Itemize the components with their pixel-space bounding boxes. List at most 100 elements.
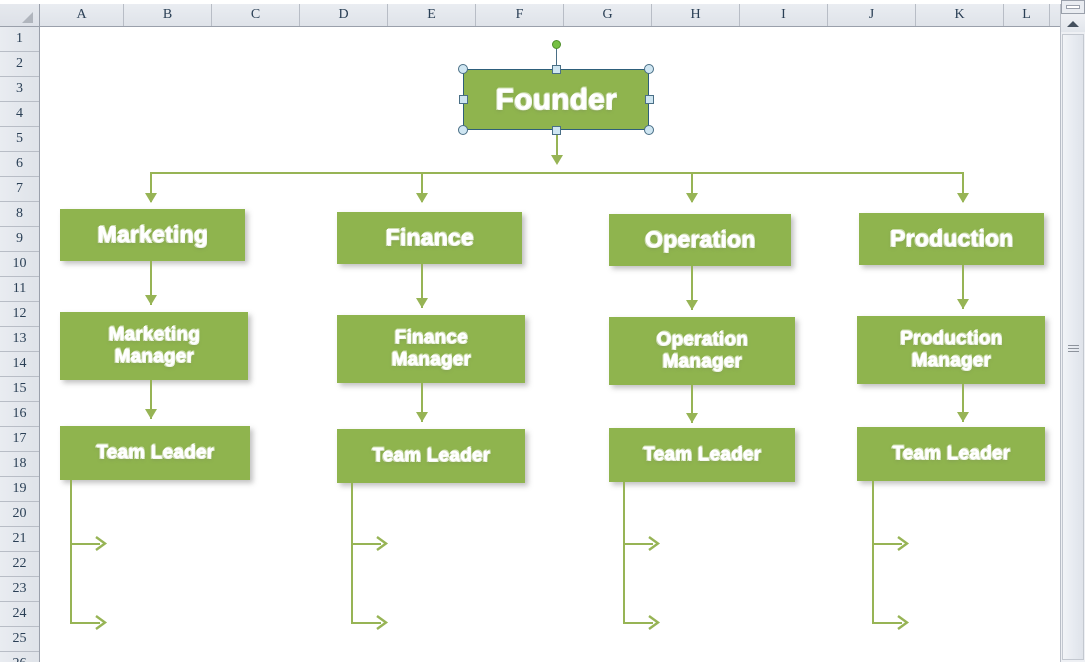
rotation-handle[interactable] [552, 40, 561, 49]
row-header-2[interactable]: 2 [0, 52, 39, 77]
connector-drop-arrow-3-icon [686, 193, 698, 203]
node-root-founder[interactable]: Founder [463, 69, 649, 130]
row-header-22[interactable]: 22 [0, 552, 39, 577]
column-header-j[interactable]: J [828, 4, 916, 26]
node-department-operation[interactable]: Operation [609, 214, 791, 266]
column-header-h[interactable]: H [652, 4, 740, 26]
node-teamlead-marketing[interactable]: Team Leader [60, 426, 250, 480]
resize-handle-bottom-right[interactable] [644, 125, 654, 135]
row-header-7[interactable]: 7 [0, 177, 39, 202]
row-header-12[interactable]: 12 [0, 302, 39, 327]
column-header-k[interactable]: K [916, 4, 1004, 26]
connector-root-arrow-icon [551, 155, 563, 165]
connector-marketing-sub-arrow-2-icon [94, 615, 112, 636]
row-header-6[interactable]: 6 [0, 152, 39, 177]
node-label-line2: Manager [911, 350, 991, 371]
connector-operation-manager-arrow-icon [686, 300, 698, 310]
connector-finance-sub-arrow-2-icon [375, 615, 393, 636]
resize-handle-bottom-center[interactable] [552, 126, 561, 135]
connector-finance-sub-arrow-1-icon [375, 536, 393, 557]
connector-marketing-lead-arrow-icon [145, 409, 157, 419]
column-header-f[interactable]: F [476, 4, 564, 26]
row-header-9[interactable]: 9 [0, 227, 39, 252]
column-header-i[interactable]: I [740, 4, 828, 26]
node-label: Team Leader [891, 442, 1010, 464]
node-label-line1: Operation [656, 328, 748, 350]
row-header-14[interactable]: 14 [0, 352, 39, 377]
node-manager-finance[interactable]: Finance Manager [337, 315, 525, 383]
row-header-8[interactable]: 8 [0, 202, 39, 227]
connector-production-sub-spine [872, 481, 874, 624]
column-header-l[interactable]: L [1004, 4, 1050, 26]
row-header-15[interactable]: 15 [0, 377, 39, 402]
column-header-c[interactable]: C [212, 4, 300, 26]
scrollbar-thumb[interactable] [1062, 34, 1084, 660]
row-header-10[interactable]: 10 [0, 252, 39, 277]
vertical-scrollbar[interactable] [1060, 0, 1085, 662]
resize-handle-middle-left[interactable] [459, 95, 468, 104]
node-label-line1: Production [899, 327, 1003, 349]
resize-handle-middle-right[interactable] [645, 95, 654, 104]
select-all-triangle-icon [22, 12, 33, 23]
node-teamlead-operation[interactable]: Team Leader [609, 428, 795, 482]
connector-production-lead-arrow-icon [957, 412, 969, 422]
node-department-production[interactable]: Production [859, 213, 1044, 265]
node-manager-marketing[interactable]: Marketing Manager [60, 312, 248, 380]
row-header-24[interactable]: 24 [0, 602, 39, 627]
node-label-line2: Manager [114, 346, 194, 367]
row-header-17[interactable]: 17 [0, 427, 39, 452]
node-label-line2: Manager [662, 351, 742, 372]
column-header-d[interactable]: D [300, 4, 388, 26]
worksheet-canvas[interactable]: Marketing Marketing Manager Team Leader … [40, 27, 1060, 662]
node-department-finance[interactable]: Finance [337, 212, 522, 264]
resize-handle-bottom-left[interactable] [458, 125, 468, 135]
column-header-g[interactable]: G [564, 4, 652, 26]
connector-finance-sub-spine [351, 483, 353, 624]
node-manager-operation[interactable]: Operation Manager [609, 317, 795, 385]
row-header-19[interactable]: 19 [0, 477, 39, 502]
spreadsheet-window: ABCDEFGHIJKL 1 2 3 4 5 6 7 8 9 10 11 12 13 14 15 16 17 18… [0, 0, 1085, 662]
node-department-marketing[interactable]: Marketing [60, 209, 245, 261]
row-header-18[interactable]: 18 [0, 452, 39, 477]
row-header-25[interactable]: 25 [0, 627, 39, 652]
connector-marketing-sub-spine [70, 480, 72, 624]
resize-handle-top-left[interactable] [458, 64, 468, 74]
row-header-3[interactable]: 3 [0, 77, 39, 102]
row-header-13[interactable]: 13 [0, 327, 39, 352]
row-header-4[interactable]: 4 [0, 102, 39, 127]
row-header-1[interactable]: 1 [0, 27, 39, 52]
node-label: Finance [385, 224, 474, 251]
row-header-23[interactable]: 23 [0, 577, 39, 602]
column-header-b[interactable]: B [124, 4, 212, 26]
connector-marketing-manager-arrow-icon [145, 295, 157, 305]
select-all-corner[interactable] [0, 4, 40, 27]
chevron-up-icon [1067, 20, 1079, 27]
node-label: Team Leader [95, 441, 214, 463]
node-label: Team Leader [371, 444, 490, 466]
node-teamlead-finance[interactable]: Team Leader [337, 429, 525, 483]
node-label-line2: Manager [391, 349, 471, 370]
row-header-column: 1 2 3 4 5 6 7 8 9 10 11 12 13 14 15 16 17 18 19 20 21 22 23 24 2… [0, 27, 40, 662]
row-header-5[interactable]: 5 [0, 127, 39, 152]
connector-bus [150, 172, 963, 174]
resize-handle-top-center[interactable] [552, 65, 561, 74]
node-label: Operation [644, 226, 756, 253]
column-header-e[interactable]: E [388, 4, 476, 26]
row-header-20[interactable]: 20 [0, 502, 39, 527]
column-header-a[interactable]: A [40, 4, 124, 26]
row-header-21[interactable]: 21 [0, 527, 39, 552]
node-label: Team Leader [642, 443, 761, 465]
row-header-26[interactable]: 26 [0, 652, 39, 662]
resize-handle-top-right[interactable] [644, 64, 654, 74]
connector-production-sub-arrow-1-icon [896, 536, 914, 557]
scrollbar-split-handle[interactable] [1061, 0, 1085, 14]
connector-drop-arrow-1-icon [145, 193, 157, 203]
scroll-up-button[interactable] [1061, 15, 1085, 32]
node-manager-production[interactable]: Production Manager [857, 316, 1045, 384]
node-label: Marketing [97, 221, 208, 248]
row-header-16[interactable]: 16 [0, 402, 39, 427]
node-teamlead-production[interactable]: Team Leader [857, 427, 1045, 481]
connector-operation-sub-spine [623, 482, 625, 624]
row-header-11[interactable]: 11 [0, 277, 39, 302]
connector-production-manager-arrow-icon [957, 299, 969, 309]
